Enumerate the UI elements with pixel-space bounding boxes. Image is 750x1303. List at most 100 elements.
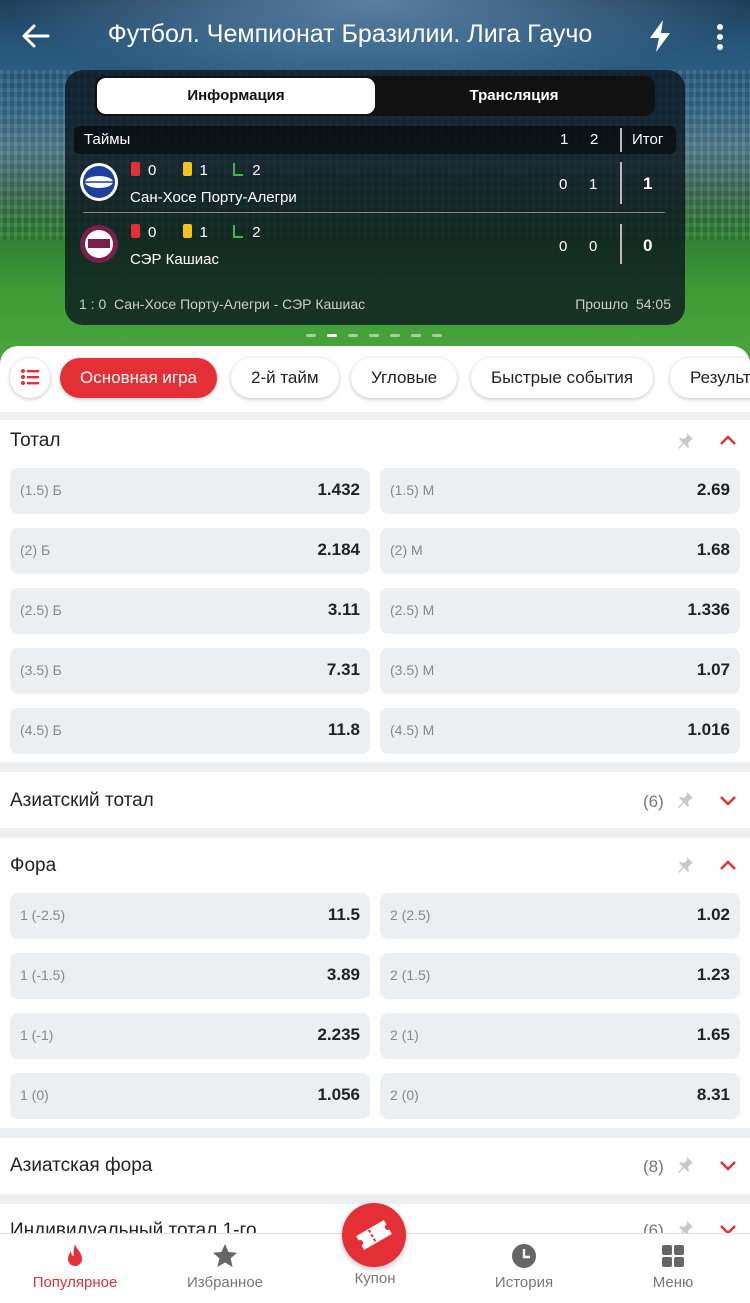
corner-flag-icon [233, 225, 244, 238]
market-asian-total[interactable]: Азиатский тотал (6) [0, 772, 750, 828]
odds-value: 8.31 [696, 1085, 730, 1104]
odds-button[interactable]: 1 (0) 1.056 [10, 1073, 370, 1119]
live-score-text: 1 : 0 Сан-Хосе Порту-Алегри - СЭР Кашиас [79, 296, 366, 312]
odds-value: 1.07 [696, 660, 730, 679]
chip-corners[interactable]: Угловые [351, 358, 458, 398]
team-home-row: 0 1 2 Сан-Хосе Порту-Алегри 0 1 1 [65, 162, 685, 222]
total-label: Итог [632, 131, 664, 148]
chip-second-half[interactable]: 2-й тайм [231, 358, 339, 398]
pager-dot[interactable] [369, 334, 379, 337]
lightning-icon[interactable] [645, 18, 675, 54]
nav-menu-label: Меню [652, 1274, 694, 1291]
nav-favorites-label: Избранное [186, 1274, 264, 1291]
chevron-up-icon[interactable] [719, 434, 737, 446]
market-asian-total-title: Азиатский тотал [10, 790, 154, 811]
odds-button[interactable]: (4.5) Б 11.8 [10, 708, 370, 754]
odds-label: (2.5) М [390, 602, 435, 618]
list-icon [21, 369, 39, 385]
market-total: Тотал (1.5) Б 1.432 (1.5) М 2.69 (2) Б 2.184(… [0, 420, 750, 762]
back-arrow-icon[interactable] [18, 18, 54, 54]
odds-button[interactable]: (2.5) Б 3.11 [10, 588, 370, 634]
pager-dot[interactable] [432, 334, 442, 337]
chip-main-game[interactable]: Основная игра [60, 358, 217, 398]
team-home-name: Сан-Хосе Порту-Алегри [130, 189, 297, 206]
market-handicap: Фора 1 (-2.5) 11.5 2 (2.5) 1.02 1 (-1.5) 3.89… [0, 838, 750, 1128]
odds-button[interactable]: (1.5) М 2.69 [380, 468, 740, 514]
odds-button[interactable]: 2 (1) 1.65 [380, 1013, 740, 1059]
pin-icon[interactable] [676, 432, 694, 450]
odds-button[interactable]: (3.5) Б 7.31 [10, 648, 370, 694]
star-icon [213, 1244, 237, 1267]
odds-label: 1 (-1) [20, 1027, 54, 1043]
odds-value: 1.02 [696, 905, 730, 924]
grid-menu-icon [662, 1245, 684, 1267]
odds-button[interactable]: (2) Б 2.184 [10, 528, 370, 574]
market-total-title[interactable]: Тотал [10, 430, 60, 452]
pager-dot-active[interactable] [327, 334, 337, 337]
pin-icon[interactable] [676, 856, 694, 874]
odds-value: 1.23 [696, 965, 730, 984]
odds-label: (2.5) Б [20, 602, 62, 618]
pin-icon[interactable] [676, 791, 694, 809]
market-asian-handicap[interactable]: Азиатская фора (8) [0, 1138, 750, 1194]
periods-header: Таймы 1 2 Итог [74, 126, 676, 154]
page-title: Футбол. Чемпионат Бразилии. Лига Гаучо [107, 20, 593, 48]
team-away-p1: 0 [559, 238, 568, 255]
more-menu-icon[interactable] [708, 20, 732, 54]
coupon-button[interactable] [342, 1203, 406, 1267]
pager-dot[interactable] [348, 334, 358, 337]
team-home-total: 1 [643, 174, 653, 193]
odds-value: 2.69 [696, 480, 730, 499]
nav-favorites[interactable]: Избранное [150, 1242, 300, 1291]
odds-button[interactable]: (4.5) М 1.016 [380, 708, 740, 754]
elapsed-time: Прошло 54:05 [575, 296, 671, 312]
odds-button[interactable]: 2 (0) 8.31 [380, 1073, 740, 1119]
tab-info[interactable]: Информация [97, 78, 375, 114]
odds-button[interactable]: 1 (-1) 2.235 [10, 1013, 370, 1059]
odds-label: (1.5) М [390, 482, 435, 498]
odds-label: 2 (1.5) [390, 967, 431, 983]
odds-label: 2 (1) [390, 1027, 419, 1043]
nav-menu[interactable]: Меню [598, 1242, 748, 1291]
pager-dot[interactable] [306, 334, 316, 337]
chevron-down-icon[interactable] [719, 1160, 737, 1172]
nav-popular[interactable]: Популярное [0, 1242, 150, 1291]
periods-label: Таймы [84, 131, 131, 148]
nav-coupon[interactable]: Купон [300, 1270, 450, 1287]
odds-value: 1.68 [696, 540, 730, 559]
odds-button[interactable]: 1 (-2.5) 11.5 [10, 893, 370, 939]
chevron-up-icon[interactable] [719, 859, 737, 871]
odds-button[interactable]: (1.5) Б 1.432 [10, 468, 370, 514]
odds-button[interactable]: 2 (1.5) 1.23 [380, 953, 740, 999]
odds-label: (2) Б [20, 542, 51, 558]
yellow-card-icon [182, 162, 192, 176]
odds-label: (2) М [390, 542, 423, 558]
period-2-label: 2 [590, 131, 599, 148]
chevron-down-icon[interactable] [719, 795, 737, 807]
pager-dot[interactable] [390, 334, 400, 337]
team-away-logo [80, 225, 118, 263]
chip-results[interactable]: Результ [670, 358, 750, 398]
odds-value: 1.432 [317, 480, 360, 499]
odds-label: (4.5) М [390, 722, 435, 738]
chip-quick-events[interactable]: Быстрые события [471, 358, 654, 398]
odds-button[interactable]: (2) М 1.68 [380, 528, 740, 574]
odds-value: 1.336 [687, 600, 730, 619]
odds-label: 1 (-2.5) [20, 907, 66, 923]
column-divider [620, 162, 622, 204]
odds-label: 1 (-1.5) [20, 967, 66, 983]
tab-stream[interactable]: Трансляция [375, 78, 653, 114]
corner-flag-icon [233, 163, 244, 176]
nav-popular-label: Популярное [32, 1274, 118, 1291]
odds-button[interactable]: (2.5) М 1.336 [380, 588, 740, 634]
yellow-card-count: 1 [199, 224, 208, 241]
odds-button[interactable]: (3.5) М 1.07 [380, 648, 740, 694]
odds-button[interactable]: 1 (-1.5) 3.89 [10, 953, 370, 999]
pin-icon[interactable] [676, 1156, 694, 1174]
market-handicap-title[interactable]: Фора [10, 855, 56, 877]
odds-button[interactable]: 2 (2.5) 1.02 [380, 893, 740, 939]
pager-dot[interactable] [411, 334, 421, 337]
market-filter-bar: Основная игра 2-й тайм Угловые Быстрые с… [0, 346, 750, 412]
filter-list-button[interactable] [10, 358, 50, 398]
nav-history[interactable]: История [449, 1242, 599, 1291]
